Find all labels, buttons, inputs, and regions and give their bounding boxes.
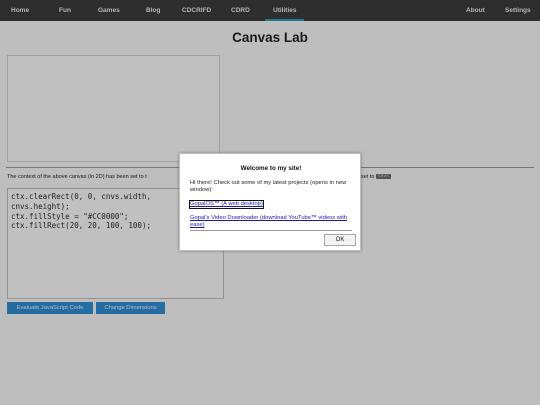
dialog-message: Hi there! Check out some of my latest pr… (190, 180, 347, 194)
gopalos-link[interactable]: GopalOS™ (A web desktop) (189, 200, 264, 209)
dialog-title: Welcome to my site! (240, 165, 302, 172)
welcome-dialog: Welcome to my site! Hi there! Check out … (179, 153, 361, 251)
video-downloader-link[interactable]: Gopal's Video Downloader (download YouTu… (190, 215, 350, 230)
dialog-divider (190, 230, 352, 231)
ok-button[interactable]: OK (324, 234, 356, 246)
